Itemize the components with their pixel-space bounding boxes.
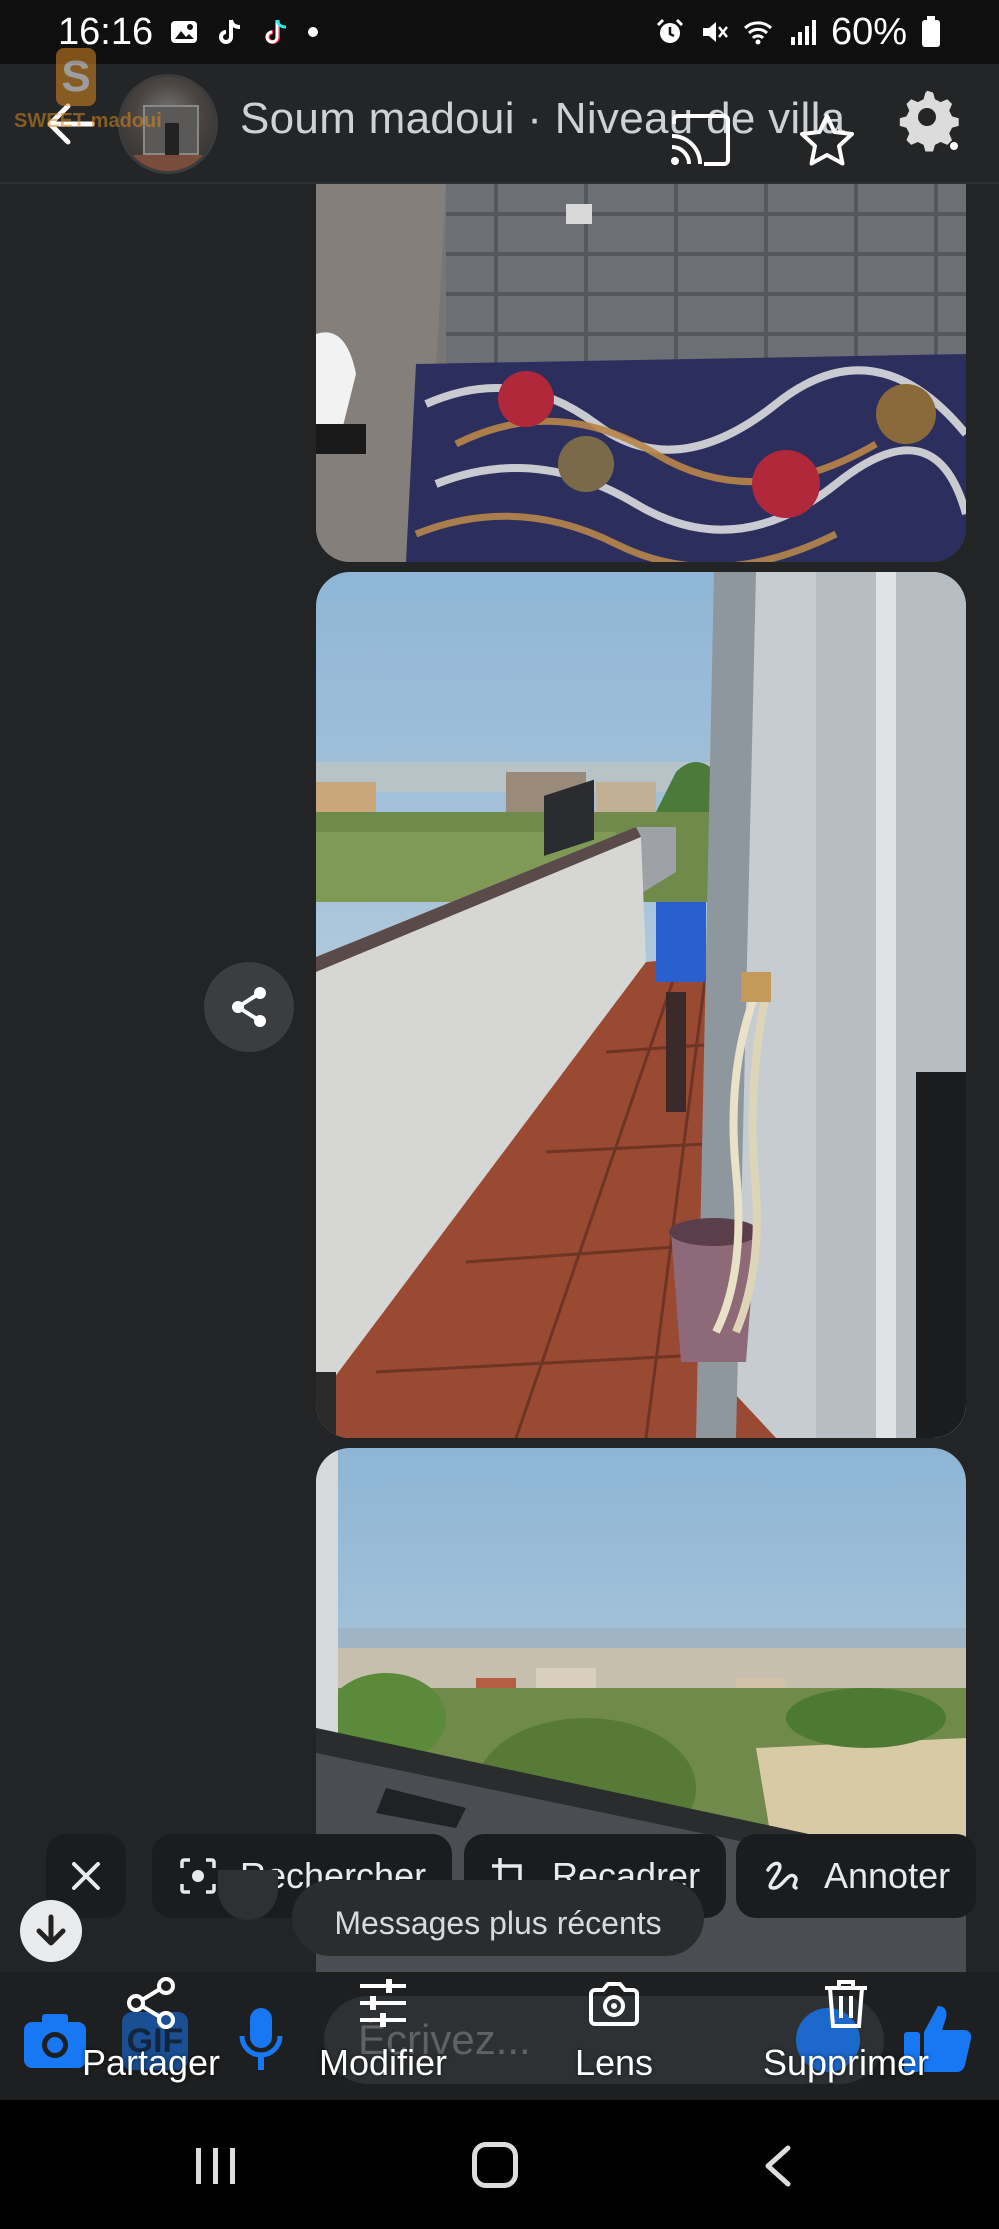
edit-action-button[interactable]: Modifier	[308, 1976, 458, 2098]
delete-action-label: Supprimer	[762, 2042, 930, 2083]
arrow-down-icon	[36, 1914, 66, 1946]
settings-gear-icon[interactable]	[896, 88, 962, 154]
signal-icon	[790, 20, 816, 45]
mute-icon	[702, 22, 728, 42]
share-icon	[232, 987, 266, 1027]
balcony-image	[316, 572, 966, 1438]
annotate-chip-button[interactable]: Annoter	[736, 1834, 977, 1918]
delete-action-button[interactable]: Supprimer	[756, 1976, 936, 2098]
home-icon[interactable]	[472, 2142, 518, 2188]
bedroom-photo[interactable]	[316, 184, 966, 562]
gallery-notification-icon	[171, 21, 198, 43]
avatar[interactable]	[118, 74, 218, 174]
share-floating-button[interactable]	[204, 962, 294, 1052]
share-icon	[127, 1977, 175, 2029]
status-bar: 16:16 60%	[0, 0, 999, 64]
nav-back-icon[interactable]	[760, 2144, 794, 2188]
annotate-scribble-icon	[766, 1861, 798, 1890]
back-arrow-icon[interactable]	[40, 94, 100, 154]
tiktok-notification-icon	[219, 19, 241, 44]
tiktok-color-notification-icon	[265, 19, 287, 44]
close-icon	[72, 1862, 100, 1890]
annotate-chip-label: Annoter	[824, 1855, 951, 1896]
sliders-edit-icon	[360, 1979, 406, 2027]
more-notifications-dot-icon	[308, 27, 319, 37]
microphone-icon[interactable]	[236, 2006, 286, 2072]
conversation-header: Soum madoui · Niveau de villa	[0, 64, 999, 184]
lens-camera-icon	[589, 1982, 639, 2026]
trash-icon	[825, 1980, 867, 2028]
scroll-down-button[interactable]	[20, 1900, 82, 1962]
lens-action-button[interactable]: Lens	[554, 1976, 674, 2098]
share-action-button[interactable]: Partager	[76, 1976, 226, 2098]
newer-messages-pill[interactable]: Messages plus récents	[292, 1880, 704, 1956]
recents-icon[interactable]	[194, 2146, 238, 2186]
lens-search-icon	[180, 1858, 216, 1894]
wifi-icon	[743, 21, 772, 45]
bedroom-image	[316, 184, 966, 562]
edit-action-label: Modifier	[318, 2042, 448, 2083]
screen: 16:16 60% Soum madoui · Niveau de villa	[0, 0, 999, 2229]
battery-percent: 60%	[830, 10, 907, 53]
lens-action-label: Lens	[574, 2042, 654, 2083]
conversation-title[interactable]: Soum madoui · Niveau de villa	[240, 94, 845, 144]
star-icon[interactable]	[798, 112, 856, 170]
balcony-photo[interactable]	[316, 572, 966, 1438]
status-time: 16:16	[58, 10, 154, 53]
battery-icon	[922, 16, 940, 47]
cast-icon[interactable]	[668, 114, 732, 168]
alarm-icon	[656, 18, 683, 43]
share-action-label: Partager	[81, 2042, 221, 2083]
